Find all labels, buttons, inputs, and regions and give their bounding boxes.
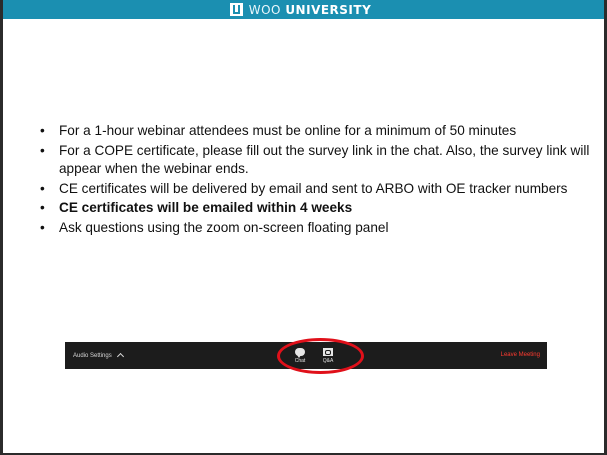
bullet-item: • For a COPE certificate, please fill ou… bbox=[40, 142, 590, 179]
logo-word-1: WOO bbox=[248, 2, 281, 17]
header-bar: WOO UNIVERSITY bbox=[3, 0, 604, 19]
bullet-text: For a 1-hour webinar attendees must be o… bbox=[59, 123, 517, 138]
slide: WOO UNIVERSITY • For a 1-hour webinar at… bbox=[0, 0, 607, 455]
audio-settings-button[interactable]: Audio Settings bbox=[73, 352, 124, 361]
bullet-text: CE certificates will be emailed within 4… bbox=[59, 200, 353, 215]
chevron-up-icon[interactable] bbox=[116, 352, 124, 361]
bullet-item: • For a 1-hour webinar attendees must be… bbox=[40, 122, 590, 141]
bullet-dot: • bbox=[40, 123, 45, 138]
bullet-item: • CE certificates will be delivered by e… bbox=[40, 180, 590, 199]
audio-settings-label: Audio Settings bbox=[73, 352, 112, 359]
university-logo: WOO UNIVERSITY bbox=[229, 3, 372, 17]
highlight-circle bbox=[277, 338, 364, 374]
bullet-item-bold: • CE certificates will be emailed within… bbox=[40, 199, 590, 218]
bullet-dot: • bbox=[40, 219, 45, 235]
bullet-text: For a COPE certificate, please fill out … bbox=[59, 142, 590, 177]
bullet-text: Ask questions using the zoom on-screen f… bbox=[59, 219, 389, 235]
bullet-text: CE certificates will be delivered by ema… bbox=[59, 180, 568, 196]
bullet-dot: • bbox=[40, 142, 45, 158]
bullet-list: • For a 1-hour webinar attendees must be… bbox=[40, 122, 590, 238]
university-logo-icon bbox=[229, 3, 243, 16]
bullet-item: • Ask questions using the zoom on-screen… bbox=[40, 219, 590, 238]
bullet-dot: • bbox=[40, 200, 45, 215]
bullet-dot: • bbox=[40, 180, 45, 196]
logo-word-2: UNIVERSITY bbox=[285, 2, 372, 17]
leave-meeting-button[interactable]: Leave Meeting bbox=[501, 352, 540, 358]
logo-text: WOO UNIVERSITY bbox=[249, 3, 372, 17]
